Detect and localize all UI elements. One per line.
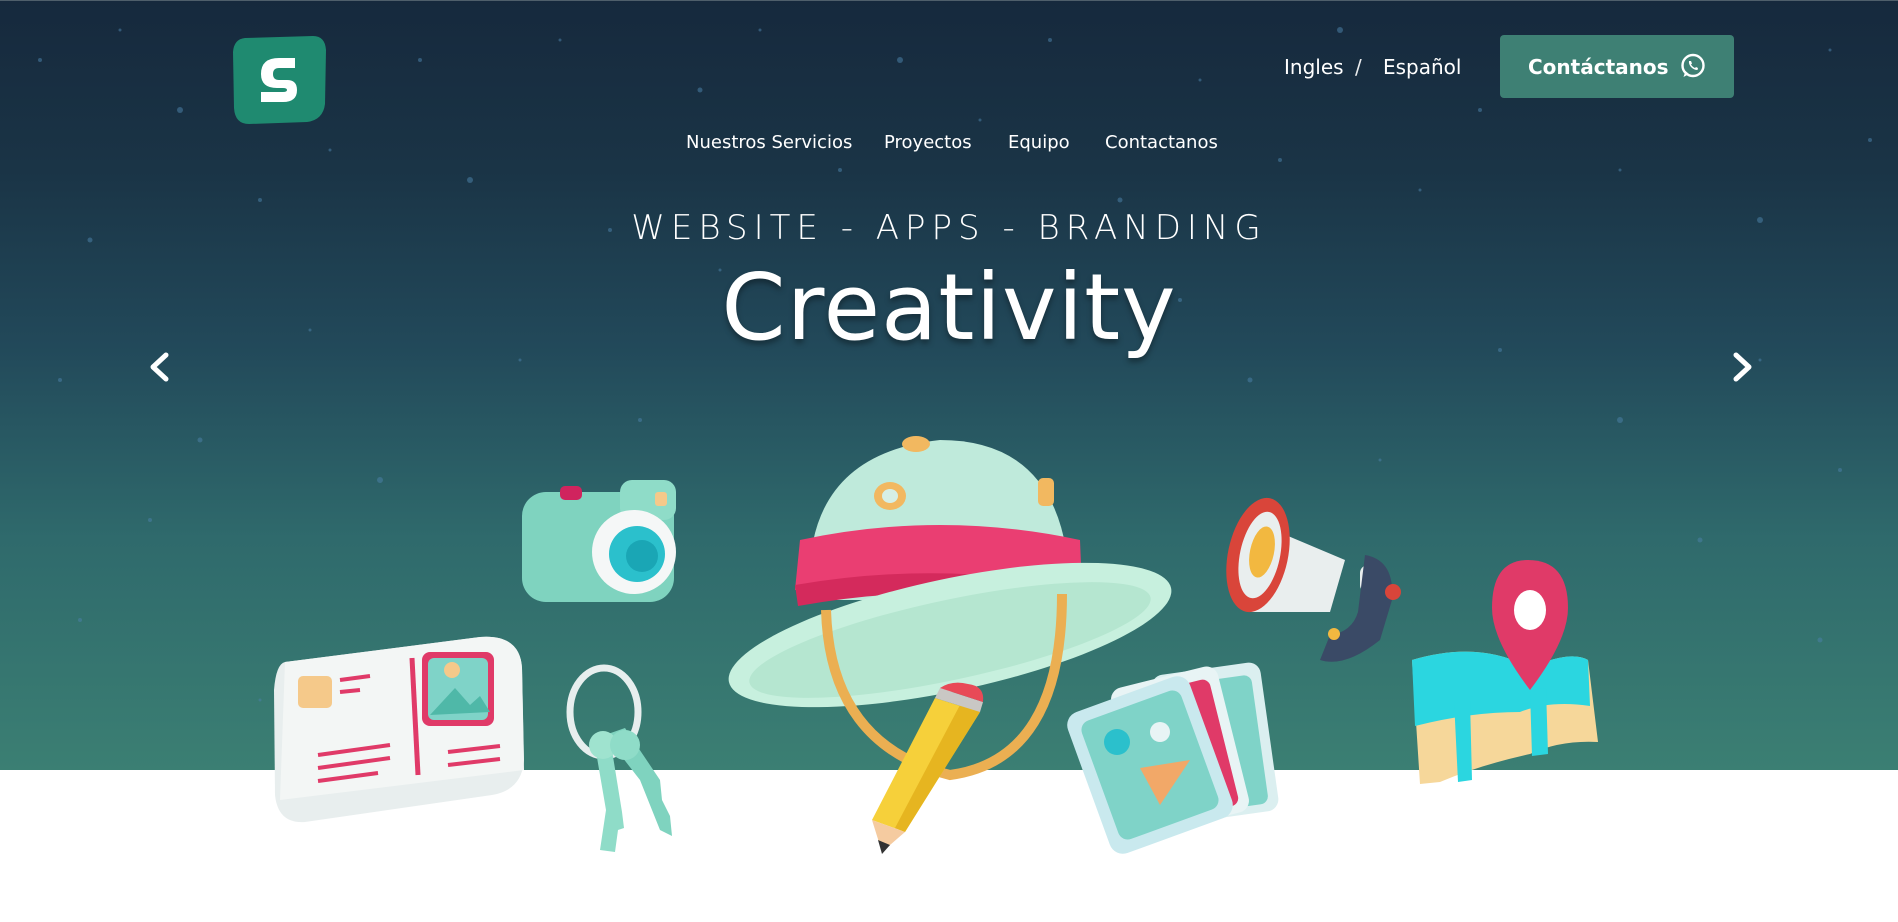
photos-icon: [1067, 662, 1279, 854]
camera-icon: [522, 480, 676, 602]
postcard-icon: [274, 636, 524, 823]
map-pin-icon: [1412, 560, 1598, 784]
megaphone-icon: [1226, 497, 1401, 662]
hero-illustration: [274, 436, 1598, 854]
keys-icon: [566, 664, 672, 852]
